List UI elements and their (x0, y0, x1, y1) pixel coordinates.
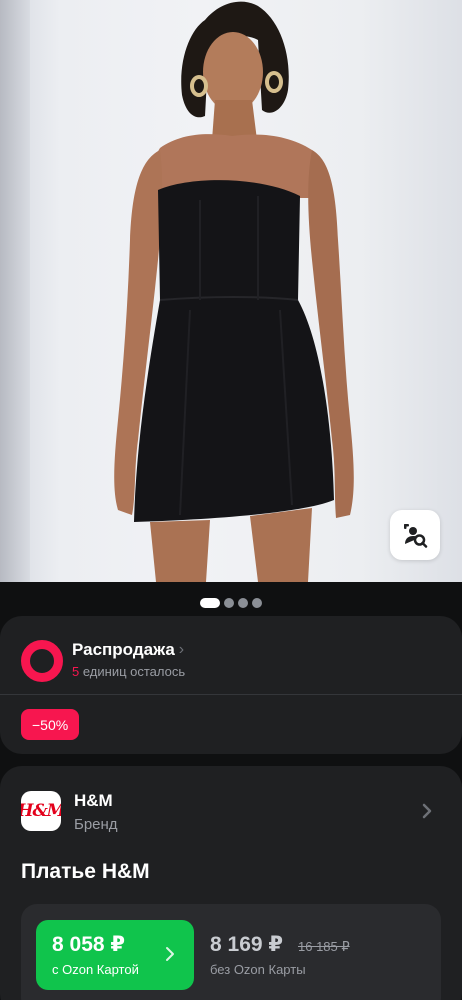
sale-ring-icon (21, 640, 63, 682)
gallery-dot-3[interactable] (238, 598, 248, 608)
brand-logo-text: H&M (21, 801, 61, 821)
regular-price: 8 169 ₽ (210, 933, 283, 956)
units-left: 5 единиц осталось (72, 664, 185, 679)
ozon-price-label: с Ozon Картой (52, 962, 139, 977)
image-search-button[interactable] (390, 510, 440, 560)
product-title: Платье H&M (21, 860, 150, 883)
sale-link[interactable]: Распродажа › (72, 640, 184, 660)
units-text: единиц осталось (79, 664, 186, 679)
gallery-pagination (0, 596, 462, 610)
sale-title: Распродажа (72, 640, 175, 659)
black-dress (134, 180, 334, 522)
brand-name[interactable]: H&M (74, 791, 113, 811)
ozon-price-amount: 8 058 ₽ (52, 933, 125, 956)
product-image[interactable] (0, 0, 462, 582)
brand-subtitle: Бренд (74, 816, 118, 833)
old-price: 16 185 ₽ (298, 939, 350, 954)
product-photo[interactable] (0, 0, 462, 582)
discount-badge: −50% (21, 709, 80, 740)
brand-logo[interactable]: H&M (21, 791, 61, 831)
image-search-icon (404, 524, 428, 548)
gallery-dot-4[interactable] (252, 598, 262, 608)
gallery-dot-2[interactable] (224, 598, 234, 608)
chevron-right-icon (166, 947, 174, 961)
chevron-right-icon: › (178, 641, 185, 658)
chevron-right-icon[interactable] (420, 802, 434, 820)
ozon-card-price-button[interactable]: 8 058 ₽ с Ozon Картой (36, 920, 194, 990)
model-neck (212, 100, 257, 140)
gallery-dot-1[interactable] (200, 598, 220, 608)
regular-price-label: без Ozon Карты (210, 962, 306, 977)
divider (0, 694, 462, 695)
